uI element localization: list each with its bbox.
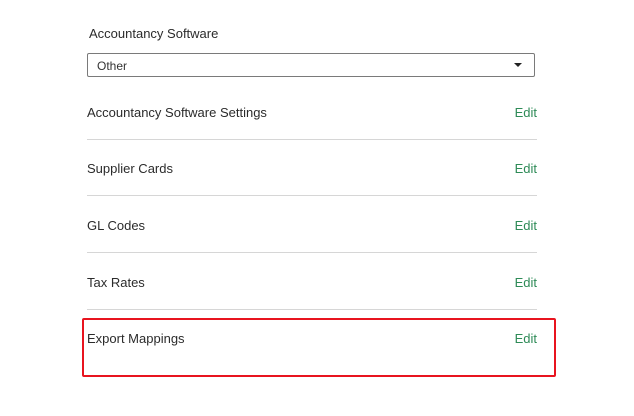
row-label: Tax Rates [87,275,145,290]
edit-export-mappings-link[interactable]: Edit [515,331,537,346]
edit-accountancy-software-settings-link[interactable]: Edit [515,105,537,120]
edit-tax-rates-link[interactable]: Edit [515,275,537,290]
row-label: GL Codes [87,218,146,233]
settings-row-accountancy-software-settings: Accountancy Software Settings Edit [87,84,537,140]
edit-gl-codes-link[interactable]: Edit [515,218,537,233]
settings-row-gl-codes: GL Codes Edit [87,197,537,253]
accountancy-software-label: Accountancy Software [89,26,219,41]
select-value: Other [97,59,128,73]
edit-supplier-cards-link[interactable]: Edit [515,161,537,176]
chevron-down-icon [514,63,522,67]
settings-row-supplier-cards: Supplier Cards Edit [87,140,537,196]
settings-row-tax-rates: Tax Rates Edit [87,254,537,310]
accountancy-software-select[interactable]: Other [87,53,535,77]
row-label: Export Mappings [87,331,185,346]
row-label: Accountancy Software Settings [87,105,267,120]
settings-row-export-mappings: Export Mappings Edit [87,310,537,366]
row-label: Supplier Cards [87,161,173,176]
